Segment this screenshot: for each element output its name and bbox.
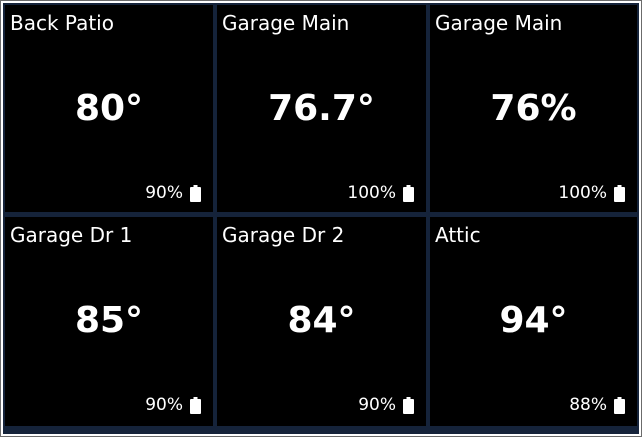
battery-level: 90%: [145, 183, 183, 203]
battery-icon: [190, 184, 201, 202]
tile-name: Garage Main: [435, 11, 563, 35]
tile-value: 76.7°: [268, 88, 375, 129]
tile-name: Garage Main: [222, 11, 350, 35]
tile-name: Garage Dr 1: [10, 223, 133, 247]
battery-icon: [614, 396, 625, 414]
tile-value: 94°: [499, 300, 568, 341]
tile-battery: 90%: [145, 183, 201, 203]
tile-battery: 100%: [347, 183, 414, 203]
battery-level: 90%: [358, 395, 396, 415]
sensor-tile-attic[interactable]: Attic 94° 88%: [430, 217, 637, 426]
sensor-dashboard: Back Patio 80° 90% Garage Main 76.7° 100…: [3, 3, 639, 434]
battery-level: 100%: [347, 183, 396, 203]
sensor-tile-back-patio[interactable]: Back Patio 80° 90%: [5, 5, 213, 212]
battery-icon: [190, 396, 201, 414]
battery-level: 90%: [145, 395, 183, 415]
tile-value: 80°: [74, 88, 144, 129]
sensor-tile-garage-dr-1[interactable]: Garage Dr 1 85° 90%: [5, 217, 213, 426]
tile-battery: 90%: [358, 395, 414, 415]
sensor-tile-garage-dr-2[interactable]: Garage Dr 2 84° 90%: [217, 217, 426, 426]
tile-value: 76%: [490, 88, 577, 129]
tile-battery: 88%: [569, 395, 625, 415]
tile-value: 84°: [287, 300, 356, 341]
battery-level: 88%: [569, 395, 607, 415]
tile-name: Garage Dr 2: [222, 223, 345, 247]
tile-battery: 100%: [558, 183, 625, 203]
window-frame: Back Patio 80° 90% Garage Main 76.7° 100…: [0, 0, 642, 437]
battery-level: 100%: [558, 183, 607, 203]
sensor-tile-garage-main-temp[interactable]: Garage Main 76.7° 100%: [217, 5, 426, 212]
tile-value: 85°: [74, 300, 144, 341]
sensor-tile-garage-main-humidity[interactable]: Garage Main 76% 100%: [430, 5, 637, 212]
battery-icon: [403, 184, 414, 202]
tile-battery: 90%: [145, 395, 201, 415]
battery-icon: [403, 396, 414, 414]
battery-icon: [614, 184, 625, 202]
tile-name: Back Patio: [10, 11, 114, 35]
tile-name: Attic: [435, 223, 481, 247]
